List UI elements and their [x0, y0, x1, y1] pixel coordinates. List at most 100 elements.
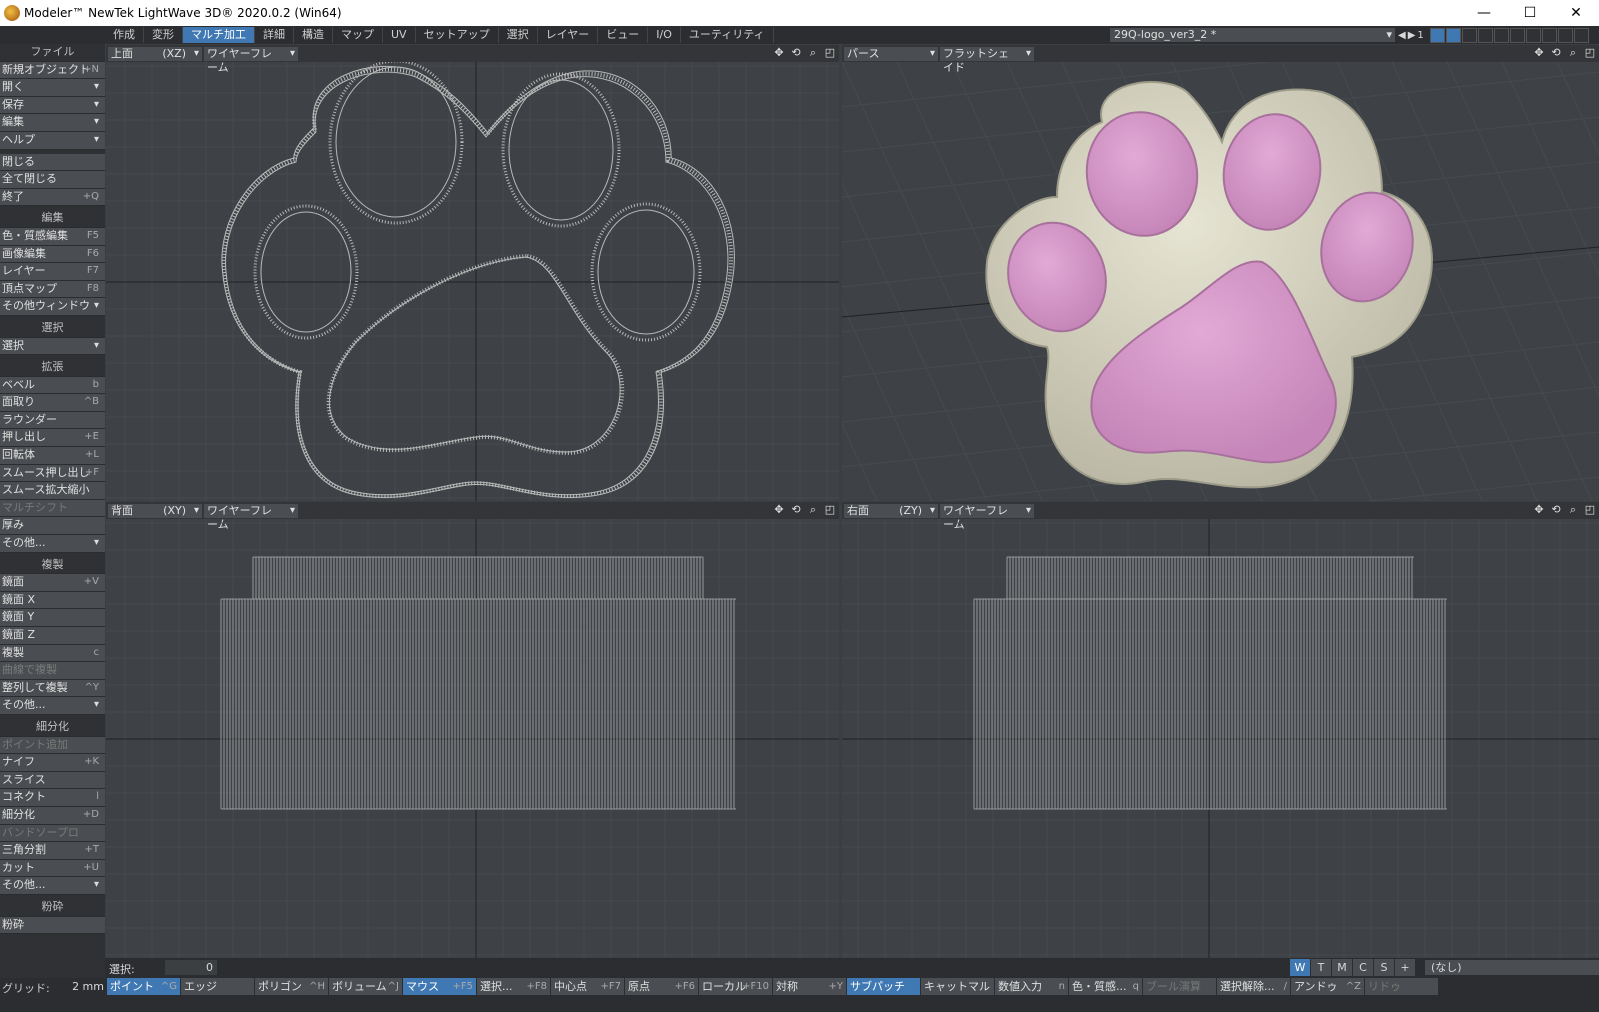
- sidebar-item[interactable]: スライス: [0, 771, 105, 790]
- mode-button-17[interactable]: リドゥ: [1365, 978, 1438, 995]
- sidebar-item[interactable]: レイヤー F7: [0, 263, 105, 281]
- viewport-back[interactable]: 背面 (XY) ワイヤーフレーム ✥⟲⌕◰: [106, 502, 839, 958]
- tab-8[interactable]: 選択: [499, 27, 538, 43]
- maximize-icon[interactable]: ◰: [823, 503, 837, 517]
- tab-6[interactable]: UV: [383, 27, 416, 43]
- sidebar-item[interactable]: 編集 ▾: [0, 114, 105, 132]
- tab-3[interactable]: 詳細: [255, 27, 294, 43]
- sidebar-item[interactable]: スムース押し出し +F: [0, 464, 105, 483]
- sidebar-item[interactable]: 閉じる: [0, 153, 105, 172]
- sidebar-item[interactable]: 頂点マップ F8: [0, 280, 105, 299]
- vmap-button-2[interactable]: M: [1332, 959, 1352, 976]
- sidebar-item[interactable]: 鏡面 +V: [0, 574, 105, 592]
- zoom-icon[interactable]: ⌕: [1566, 503, 1580, 517]
- render-mode-select[interactable]: ワイヤーフレーム: [204, 503, 298, 531]
- sidebar-item[interactable]: ナイフ +K: [0, 754, 105, 772]
- layer-cell[interactable]: [1525, 28, 1541, 43]
- sidebar-item[interactable]: 粉砕: [0, 916, 105, 935]
- sidebar-item[interactable]: バンドソープロ: [0, 824, 105, 843]
- sidebar-item[interactable]: その他... ▾: [0, 535, 105, 553]
- layer-cell[interactable]: [1429, 28, 1445, 43]
- surface-selector[interactable]: (なし): [1425, 960, 1599, 975]
- layer-cell[interactable]: [1477, 28, 1493, 43]
- mode-button-5[interactable]: 選択... +F8: [477, 978, 550, 995]
- move-icon[interactable]: ✥: [1532, 503, 1546, 517]
- sidebar-item[interactable]: 面取り ^B: [0, 394, 105, 412]
- sidebar-item[interactable]: 開く ▾: [0, 79, 105, 97]
- sidebar-item[interactable]: 選択 ▾: [0, 337, 105, 356]
- sidebar-item[interactable]: その他... ▾: [0, 877, 105, 895]
- layer-cell[interactable]: [1573, 28, 1589, 43]
- tab-0[interactable]: 作成: [105, 27, 144, 43]
- tab-12[interactable]: ユーティリティ: [681, 27, 774, 43]
- sidebar-item[interactable]: ヘルプ ▾: [0, 131, 105, 150]
- sidebar-item[interactable]: その他... ▾: [0, 697, 105, 715]
- move-icon[interactable]: ✥: [1532, 46, 1546, 60]
- mode-button-2[interactable]: ポリゴン ^H: [255, 978, 328, 995]
- mode-button-1[interactable]: エッジ: [181, 978, 254, 995]
- mode-button-12[interactable]: 数値入力 n: [995, 978, 1068, 995]
- layer-cell[interactable]: [1445, 28, 1461, 43]
- sidebar-item[interactable]: ベベル b: [0, 376, 105, 395]
- prev-layer-icon[interactable]: ◀: [1398, 30, 1406, 41]
- tab-11[interactable]: I/O: [648, 27, 681, 43]
- move-icon[interactable]: ✥: [772, 503, 786, 517]
- sidebar-item[interactable]: 保存 ▾: [0, 96, 105, 115]
- tab-7[interactable]: セットアップ: [416, 27, 499, 43]
- sidebar-item[interactable]: マルチシフト: [0, 499, 105, 518]
- vmap-button-1[interactable]: T: [1311, 959, 1331, 976]
- mode-button-4[interactable]: マウス +F5: [403, 978, 476, 995]
- sidebar-item[interactable]: スムース拡大縮小: [0, 482, 105, 500]
- sidebar-item[interactable]: カット +U: [0, 859, 105, 878]
- viewport-perspective[interactable]: パース フラットシェイド ✥⟲⌕◰: [842, 45, 1599, 501]
- sidebar-item[interactable]: 曲線で複製: [0, 662, 105, 680]
- sidebar-item[interactable]: 三角分割 +T: [0, 842, 105, 860]
- sidebar-item[interactable]: 全て閉じる: [0, 171, 105, 189]
- vmap-button-0[interactable]: W: [1290, 959, 1310, 976]
- layer-cell[interactable]: [1509, 28, 1525, 43]
- sidebar-item[interactable]: ラウンダー: [0, 411, 105, 430]
- tab-9[interactable]: レイヤー: [538, 27, 599, 43]
- mode-button-9[interactable]: 対称 +Y: [773, 978, 846, 995]
- view-type-select[interactable]: 上面 (XZ): [108, 46, 202, 61]
- view-type-select[interactable]: パース: [844, 46, 938, 61]
- sidebar-item[interactable]: コネクト l: [0, 789, 105, 807]
- maximize-button[interactable]: ☐: [1507, 0, 1553, 26]
- sidebar-item[interactable]: 新規オブジェクト +N: [0, 61, 105, 80]
- maximize-icon[interactable]: ◰: [823, 46, 837, 60]
- mode-button-3[interactable]: ボリューム ^J: [329, 978, 402, 995]
- tab-4[interactable]: 構造: [294, 27, 333, 43]
- sidebar-item[interactable]: 複製 c: [0, 644, 105, 663]
- layer-cell[interactable]: [1493, 28, 1509, 43]
- render-mode-select[interactable]: ワイヤーフレーム: [204, 46, 298, 74]
- sidebar-item[interactable]: 画像編集 F6: [0, 245, 105, 264]
- mode-button-8[interactable]: ローカル +F10: [699, 978, 772, 995]
- sidebar-item[interactable]: 整列して複製 ^Y: [0, 679, 105, 698]
- tab-2[interactable]: マルチ加工: [183, 27, 255, 43]
- object-selector[interactable]: 29Q-logo_ver3_2 * ▾: [1110, 28, 1395, 42]
- rotate-icon[interactable]: ⟲: [1549, 503, 1563, 517]
- maximize-icon[interactable]: ◰: [1583, 503, 1597, 517]
- sidebar-item[interactable]: 細分化 +D: [0, 806, 105, 825]
- vmap-button-3[interactable]: C: [1353, 959, 1373, 976]
- layer-cell[interactable]: [1557, 28, 1573, 43]
- rotate-icon[interactable]: ⟲: [789, 46, 803, 60]
- vmap-button-4[interactable]: S: [1374, 959, 1394, 976]
- sidebar-item[interactable]: 鏡面 X: [0, 591, 105, 610]
- mode-button-14[interactable]: ブール演算: [1143, 978, 1216, 995]
- sidebar-item[interactable]: 終了 +Q: [0, 188, 105, 207]
- close-button[interactable]: ✕: [1553, 0, 1599, 26]
- view-type-select[interactable]: 背面 (XY): [108, 503, 202, 518]
- maximize-icon[interactable]: ◰: [1583, 46, 1597, 60]
- render-mode-select[interactable]: フラットシェイド: [940, 46, 1034, 74]
- tab-5[interactable]: マップ: [333, 27, 383, 43]
- mode-button-15[interactable]: 選択解除... /: [1217, 978, 1290, 995]
- sidebar-item[interactable]: 色・質感編集 F5: [0, 227, 105, 246]
- sidebar-item[interactable]: 鏡面 Y: [0, 609, 105, 627]
- next-layer-icon[interactable]: ▶: [1408, 30, 1416, 41]
- mode-button-10[interactable]: サブパッチ: [847, 978, 920, 995]
- zoom-icon[interactable]: ⌕: [1566, 46, 1580, 60]
- mode-button-13[interactable]: 色・質感... q: [1069, 978, 1142, 995]
- sidebar-item[interactable]: その他ウィンドウ ▾: [0, 298, 105, 316]
- mode-button-16[interactable]: アンドゥ ^Z: [1291, 978, 1364, 995]
